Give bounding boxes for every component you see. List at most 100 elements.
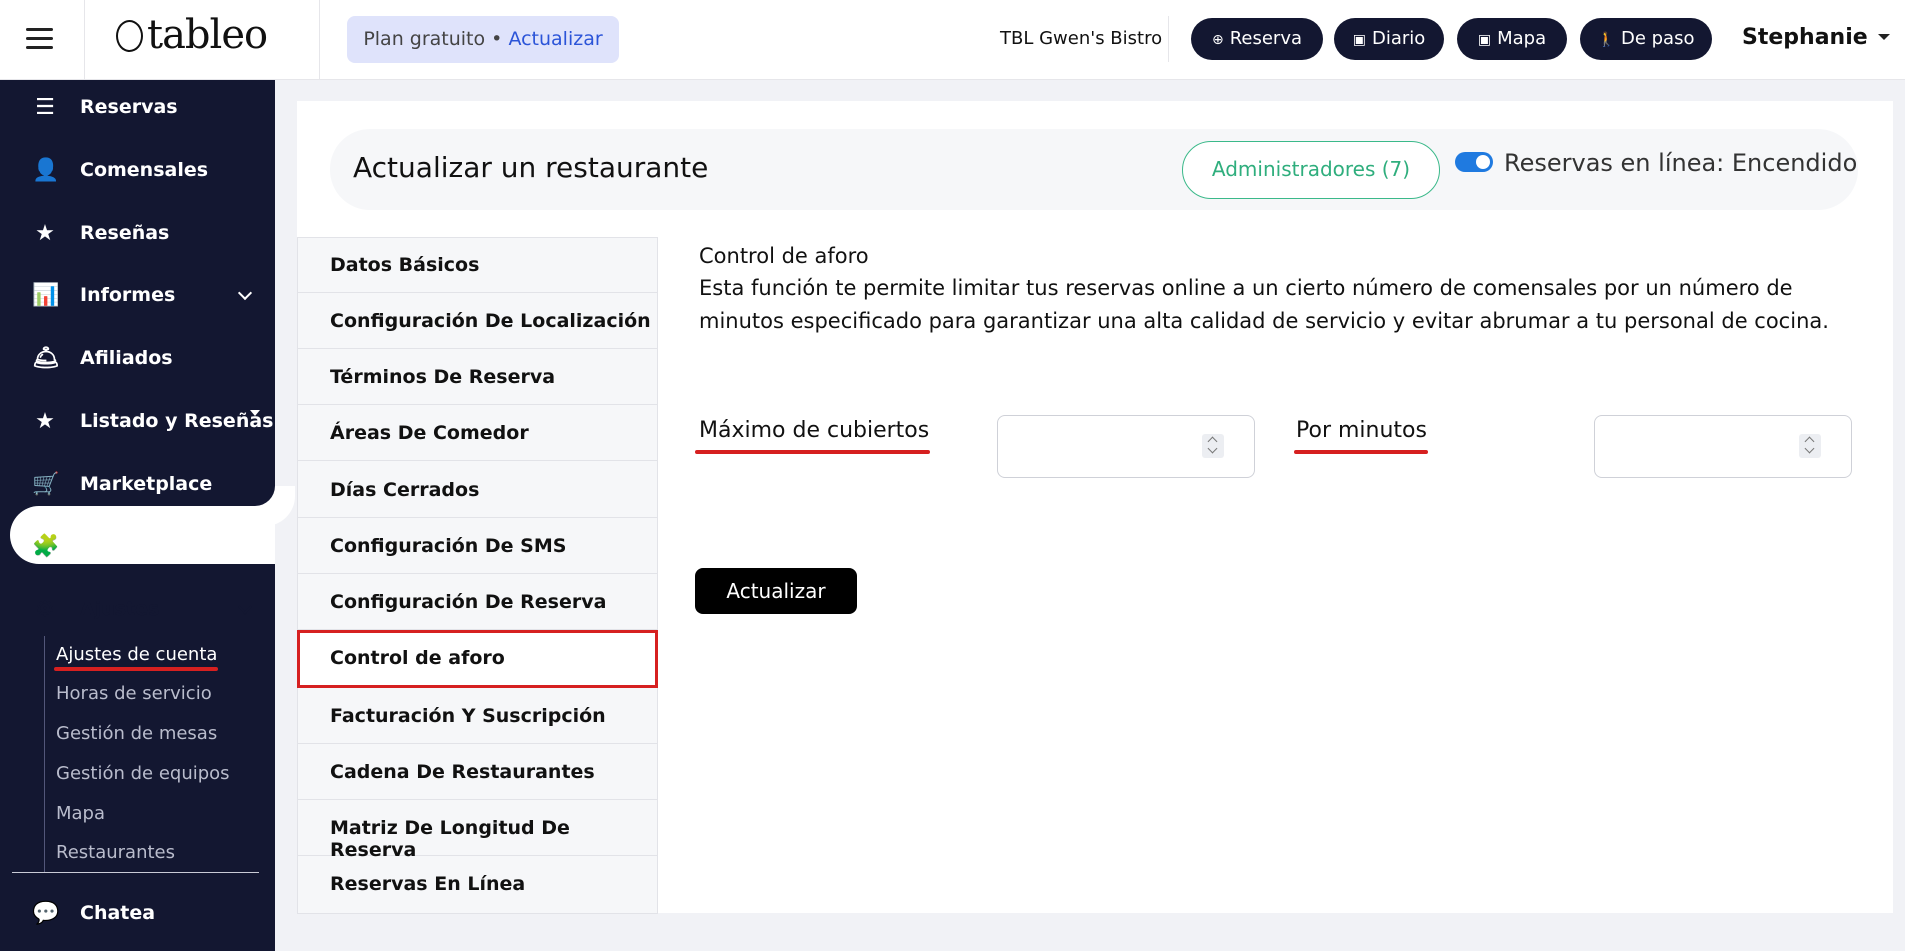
nav-afiliados[interactable]: 🛎 Afiliados [0,333,275,385]
highlight-underline [54,667,218,671]
reserva-button[interactable]: ⊕ Reserva [1191,18,1323,60]
online-booking-toggle[interactable] [1455,152,1493,172]
nav-resenas[interactable]: ★ Reseñas [0,208,275,260]
toggle-knob [1476,155,1490,169]
menu-control-aforo[interactable]: Control de aforo [297,630,658,688]
calendar-icon: ▣ [1477,32,1492,48]
star-icon: ★ [35,221,55,246]
bell-icon: 🛎 [32,346,60,371]
menu-dias-cerrados[interactable]: Días Cerrados [297,462,658,518]
highlight-underline [1294,450,1428,454]
hamburger-menu-icon[interactable] [26,28,53,50]
nav-chatea[interactable]: 💬 Chatea [0,888,275,940]
subnav-line [44,636,45,872]
subnav-mapa[interactable]: Mapa [56,803,105,824]
online-booking-status: Reservas en línea: Encendido [1504,149,1858,177]
per-minutes-label: Por minutos [1296,418,1427,443]
logo-text: tableo [147,12,268,58]
sidebar-separator [12,872,259,873]
menu-label: Términos De Reserva [330,366,556,388]
menu-facturacion[interactable]: Facturación Y Suscripción [297,688,658,744]
menu-terminos-reserva[interactable]: Términos De Reserva [297,349,658,405]
nav-label: Chatea [80,902,156,924]
menu-config-sms[interactable]: Configuración De SMS [297,518,658,574]
nav-reservas[interactable]: ☰ Reservas [0,82,275,134]
nav-ajustes[interactable]: ⚙ Ajustes [0,584,275,636]
menu-label: Control de aforo [330,647,505,669]
subnav-restaurantes[interactable]: Restaurantes [56,842,175,863]
menu-label: Cadena De Restaurantes [330,761,595,783]
nav-marketplace[interactable]: 🛒 Marketplace [0,459,275,511]
menu-label: Configuración De SMS [330,535,567,557]
caret-down-icon [250,410,260,416]
restaurant-name: TBL Gwen's Bistro [1000,28,1163,49]
nav-label: Informes [80,284,176,306]
menu-areas-comedor[interactable]: Áreas De Comedor [297,405,658,461]
nav-complementos[interactable]: 🧩 Complementos [0,521,275,573]
bar-chart-icon: 📊 [32,283,60,308]
menu-config-localizacion[interactable]: Configuración De Localización [297,293,658,349]
nav-label: Reseñas [80,222,170,244]
update-button[interactable]: Actualizar [695,568,857,614]
de-paso-label: De paso [1620,28,1695,49]
chevron-down-icon [237,599,253,615]
subnav-ajustes-cuenta[interactable]: Ajustes de cuenta [56,644,217,665]
nav-label: Complementos [80,535,240,557]
nav-label: Afiliados [80,347,173,369]
user-menu[interactable]: Stephanie [1742,25,1890,50]
puzzle-icon: 🧩 [32,534,60,559]
menu-reservas-linea[interactable]: Reservas En Línea [297,856,658,912]
list-icon: ☰ [35,95,55,120]
section-title: Control de aforo [699,244,869,268]
gear-icon: ⚙ [35,597,55,622]
per-minutes-input[interactable] [1594,415,1852,478]
menu-matriz-longitud[interactable]: Matriz De Longitud De Reserva [297,800,658,861]
nav-label: Marketplace [80,473,213,495]
max-covers-input[interactable] [997,415,1255,478]
upgrade-link[interactable]: Actualizar [508,28,602,50]
menu-label: Reservas En Línea [330,873,526,895]
logo-mark-icon [116,20,143,52]
nav-comensales[interactable]: 👤 Comensales [0,145,275,197]
nav-listado-resenas[interactable]: ★ Listado y Reseñas [0,396,275,448]
divider [319,0,320,80]
subnav-gestion-equipos[interactable]: Gestión de equipos [56,763,230,784]
divider [1168,16,1169,62]
subnav-gestion-mesas[interactable]: Gestión de mesas [56,723,217,744]
spinner-icon[interactable] [1202,434,1224,458]
highlight-underline [695,450,930,454]
page-title: Actualizar un restaurante [353,151,709,184]
menu-label: Facturación Y Suscripción [330,705,606,727]
chat-icon: 💬 [32,901,60,926]
menu-label: Datos Básicos [330,254,480,276]
administrators-button[interactable]: Administradores (7) [1182,141,1440,199]
spinner-icon[interactable] [1799,434,1821,458]
calendar-icon: ▣ [1352,32,1366,48]
menu-label: Matriz De Longitud De Reserva [330,817,570,861]
menu-datos-basicos[interactable]: Datos Básicos [297,237,658,293]
diario-label: Diario [1371,28,1426,49]
nav-informes[interactable]: 📊 Informes [0,270,275,322]
nav-label: Ajustes [80,598,160,620]
diario-button[interactable]: ▣ Diario [1334,18,1444,60]
menu-label: Configuración De Localización [330,310,651,332]
menu-cadena-restaurantes[interactable]: Cadena De Restaurantes [297,744,658,800]
de-paso-button[interactable]: 🚶 De paso [1580,18,1712,60]
plan-text: Plan gratuito • [363,28,503,50]
divider [84,0,85,80]
nav-label: Comensales [80,159,209,181]
logo[interactable]: tableo [116,12,268,58]
subnav-horas-servicio[interactable]: Horas de servicio [56,683,212,704]
plan-badge: Plan gratuito • Actualizar [347,16,619,63]
nav-label: Listado y Reseñas [80,410,274,432]
section-description: Esta función te permite limitar tus rese… [699,276,1829,333]
menu-label: Configuración De Reserva [330,591,607,613]
caret-down-icon [1877,34,1890,40]
mapa-label: Mapa [1497,28,1547,49]
chevron-down-icon [237,536,253,552]
user-icon: 👤 [32,158,60,183]
chevron-down-icon [237,285,253,301]
star-icon: ★ [35,409,55,434]
menu-config-reserva[interactable]: Configuración De Reserva [297,574,658,630]
mapa-button[interactable]: ▣ Mapa [1457,18,1567,60]
